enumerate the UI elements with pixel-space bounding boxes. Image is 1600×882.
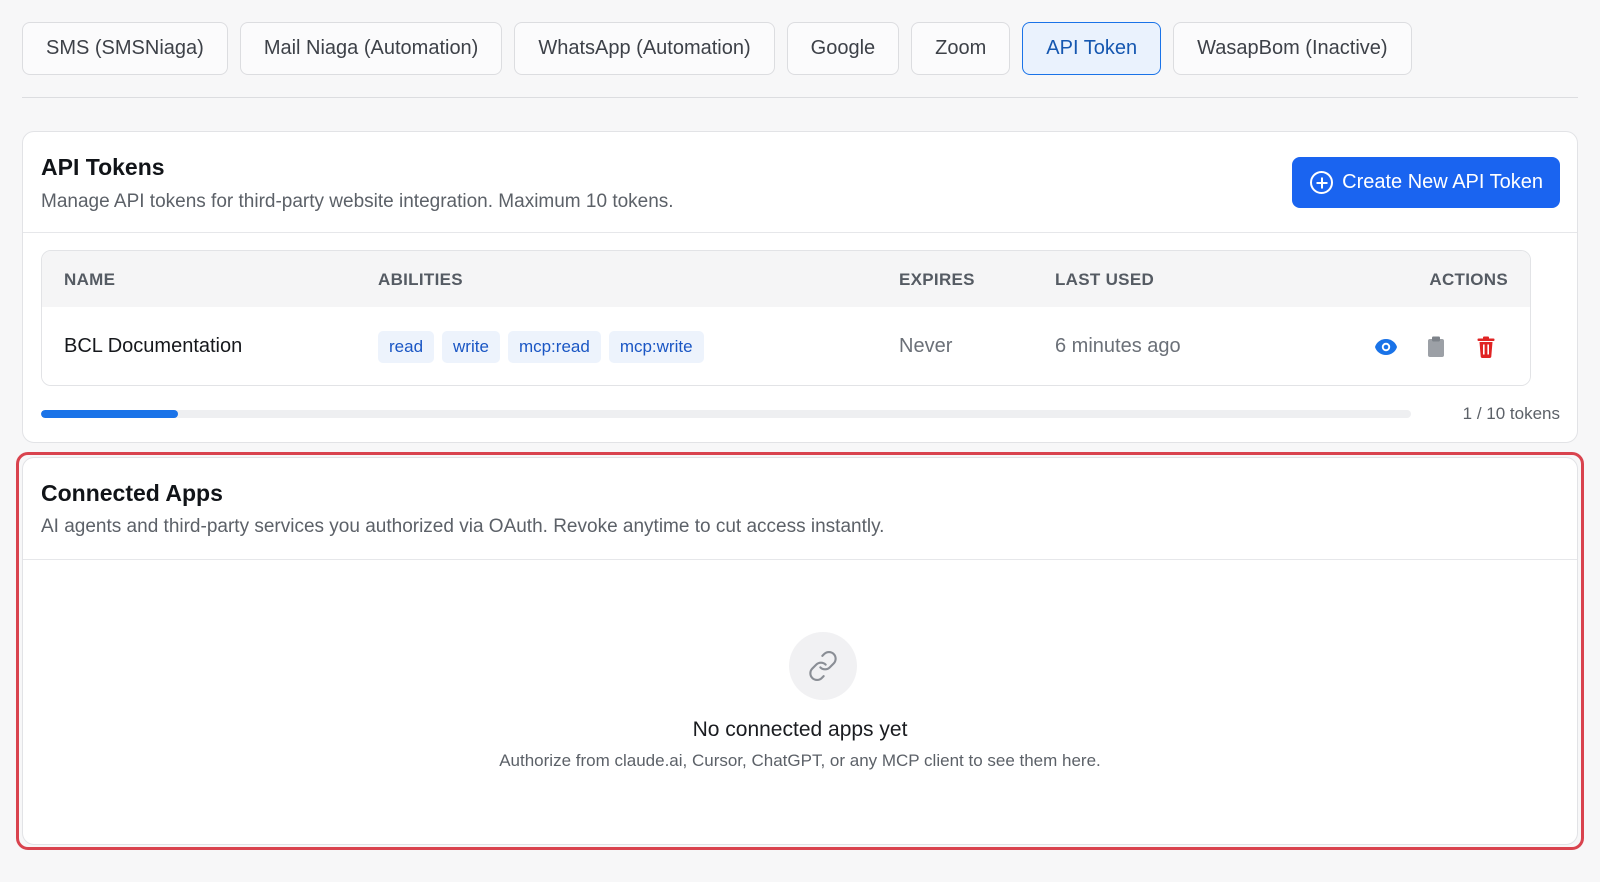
card-divider (23, 559, 1577, 560)
empty-state-title: No connected apps yet (692, 718, 908, 741)
plus-circle-icon (1310, 171, 1334, 194)
copy-token-button[interactable] (1422, 333, 1450, 361)
api-tokens-title: API Tokens (41, 154, 165, 180)
token-usage-progress (41, 410, 1411, 418)
token-abilities: read write mcp:read mcp:write (378, 331, 704, 363)
tabs-divider (22, 97, 1578, 98)
api-tokens-card: API Tokens Manage API tokens for third-p… (22, 131, 1578, 443)
token-usage-progress-fill (41, 410, 178, 418)
column-header-actions: ACTIONS (1429, 270, 1508, 289)
trash-icon (1477, 336, 1495, 358)
token-last-used: 6 minutes ago (1055, 335, 1181, 357)
column-header-abilities: ABILITIES (378, 270, 463, 289)
empty-state-subtitle: Authorize from claude.ai, Cursor, ChatGP… (499, 751, 1101, 770)
tab-mail-niaga[interactable]: Mail Niaga (Automation) (239, 22, 503, 75)
ability-badge: mcp:read (507, 331, 601, 363)
token-usage-label: 1 / 10 tokens (1462, 404, 1560, 423)
token-expires: Never (899, 335, 953, 357)
integration-tabs: SMS (SMSNiaga) Mail Niaga (Automation) W… (22, 22, 1412, 75)
empty-state-icon-wrapper (789, 632, 857, 700)
connected-apps-title: Connected Apps (41, 480, 223, 506)
column-header-name: NAME (64, 270, 116, 289)
table-header: NAME ABILITIES EXPIRES LAST USED ACTIONS (42, 251, 1530, 307)
api-tokens-table: NAME ABILITIES EXPIRES LAST USED ACTIONS… (41, 250, 1531, 386)
ability-badge: read (378, 331, 435, 363)
column-header-expires: EXPIRES (899, 270, 975, 289)
create-api-token-button[interactable]: Create New API Token (1292, 157, 1560, 208)
eye-icon (1375, 339, 1397, 355)
link-icon (809, 651, 837, 681)
ability-badge: write (442, 331, 500, 363)
delete-token-button[interactable] (1472, 333, 1500, 361)
api-tokens-description: Manage API tokens for third-party websit… (41, 191, 674, 212)
ability-badge: mcp:write (608, 331, 704, 363)
column-header-last-used: LAST USED (1055, 270, 1155, 289)
token-name: BCL Documentation (64, 335, 243, 357)
tab-api-token[interactable]: API Token (1022, 22, 1162, 75)
tab-whatsapp[interactable]: WhatsApp (Automation) (514, 22, 775, 75)
tab-sms-smsniaga[interactable]: SMS (SMSNiaga) (22, 22, 228, 75)
clipboard-icon (1428, 336, 1444, 357)
view-token-button[interactable] (1372, 333, 1400, 361)
tab-zoom[interactable]: Zoom (911, 22, 1011, 75)
card-divider (23, 232, 1577, 233)
tab-wasapbom[interactable]: WasapBom (Inactive) (1173, 22, 1412, 75)
token-actions (1372, 333, 1500, 361)
connected-apps-description: AI agents and third-party services you a… (41, 516, 885, 537)
connected-apps-card: Connected Apps AI agents and third-party… (22, 457, 1578, 845)
table-row: BCL Documentation read write mcp:read mc… (42, 307, 1530, 385)
create-api-token-label: Create New API Token (1342, 171, 1543, 193)
tab-google[interactable]: Google (786, 22, 900, 75)
